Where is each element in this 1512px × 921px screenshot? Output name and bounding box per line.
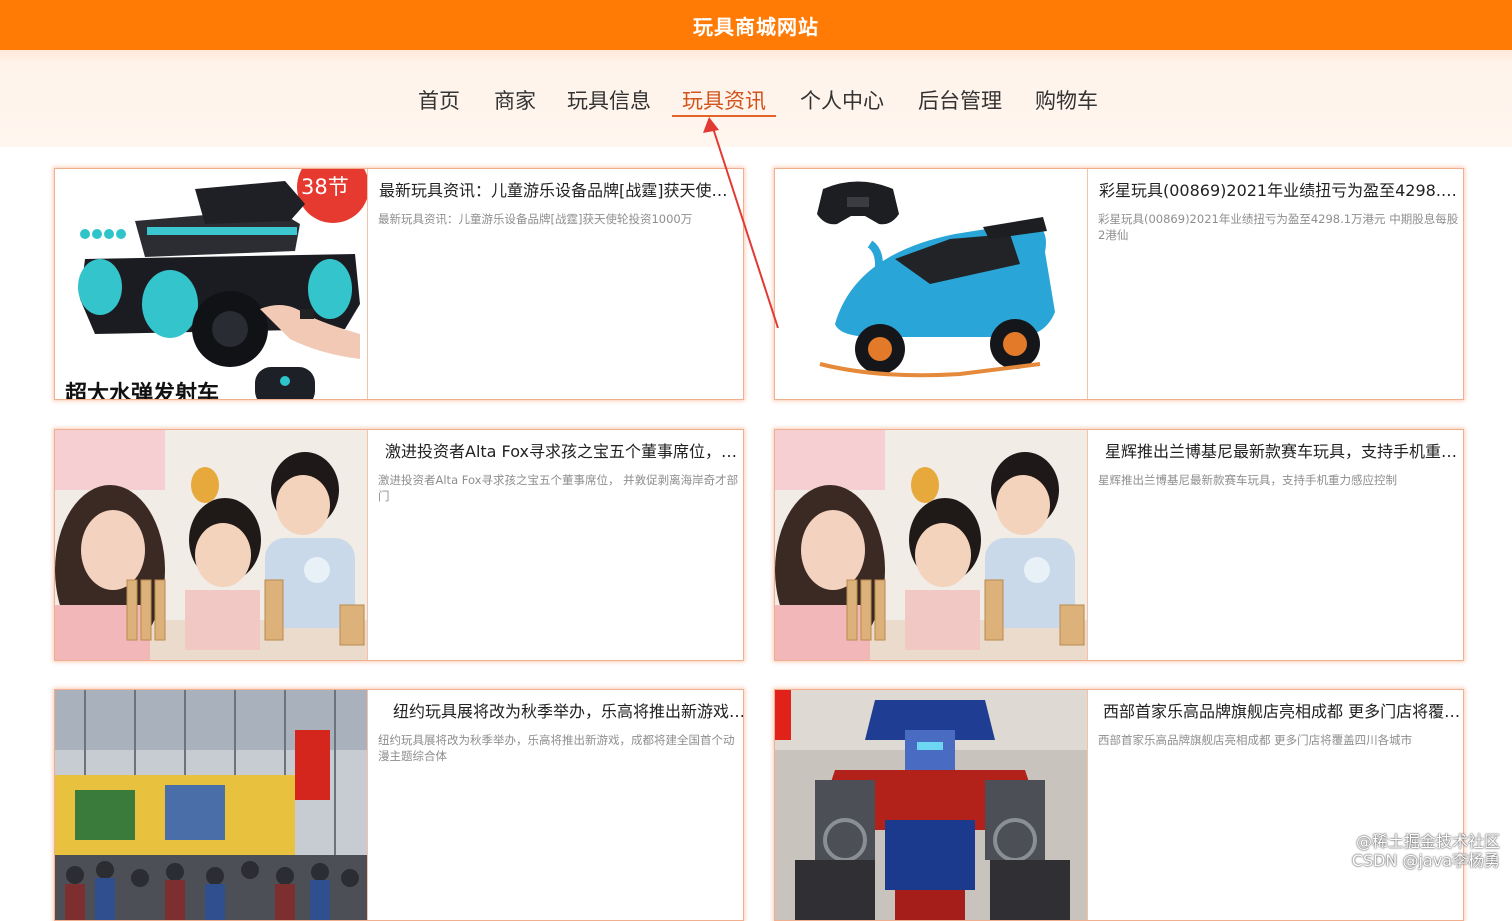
site-header: 玩具商城网站 (0, 0, 1512, 50)
main-nav: 首页 商家 玩具信息 玩具资讯 个人中心 后台管理 购物车 (0, 85, 1512, 119)
watermark: @稀土掘金技术社区 CSDN @java李杨勇 (1352, 832, 1500, 870)
news-desc: 最新玩具资讯：儿童游乐设备品牌[战霆]获天使轮投资1000万 (378, 211, 742, 227)
nav-item-profile[interactable]: 个人中心 (800, 85, 884, 115)
image-caption: 超大水弹发射车 (65, 381, 219, 399)
news-title[interactable]: 最新玩具资讯：儿童游乐设备品牌[战霆]获天使轮投资1000万 (379, 177, 741, 201)
nav-band: 首页 商家 玩具信息 玩具资讯 个人中心 后台管理 购物车 (0, 50, 1512, 147)
news-title[interactable]: 纽约玩具展将改为秋季举办，乐高将推出新游戏，成都将建全国首个动漫主题综合体 (393, 698, 744, 722)
news-title[interactable]: 激进投资者Alta Fox寻求孩之宝五个董事席位，并敦促剥离海岸奇才部门 (385, 438, 744, 462)
news-card[interactable]: 激进投资者Alta Fox寻求孩之宝五个董事席位，并敦促剥离海岸奇才部门 激进投… (54, 429, 744, 661)
rc-car-image[interactable] (775, 169, 1088, 399)
site-title: 玩具商城网站 (693, 11, 819, 40)
badge-text: 38节 (301, 175, 349, 199)
news-card[interactable]: 纽约玩具展将改为秋季举办，乐高将推出新游戏，成都将建全国首个动漫主题综合体 纽约… (54, 689, 744, 921)
news-card[interactable]: 星辉推出兰博基尼最新款赛车玩具，支持手机重力感应控制 星辉推出兰博基尼最新款赛车… (774, 429, 1464, 661)
news-title[interactable]: 彩星玩具(00869)2021年业绩扭亏为盈至4298.1万港元 (1099, 177, 1461, 201)
news-title[interactable]: 西部首家乐高品牌旗舰店亮相成都 更多门店将覆盖四川各城市 (1103, 698, 1464, 722)
nav-item-home[interactable]: 首页 (418, 85, 460, 115)
watermark-line-2: CSDN @java李杨勇 (1352, 851, 1500, 870)
nav-item-admin[interactable]: 后台管理 (918, 85, 1002, 115)
nav-item-toy-info[interactable]: 玩具信息 (567, 85, 651, 115)
news-card[interactable]: 西部首家乐高品牌旗舰店亮相成都 更多门店将覆盖四川各城市 西部首家乐高品牌旗舰店… (774, 689, 1464, 921)
news-desc: 彩星玩具(00869)2021年业绩扭亏为盈至4298.1万港元 中期股息每股2… (1098, 211, 1462, 243)
transformer-image[interactable] (775, 690, 1088, 920)
lego-store-image[interactable] (55, 690, 368, 920)
active-nav-underline (672, 115, 776, 117)
toy-tank-image[interactable]: 38节 超大水弹发射车 (55, 169, 368, 399)
news-title[interactable]: 星辉推出兰博基尼最新款赛车玩具，支持手机重力感应控制 (1105, 438, 1464, 462)
nav-item-cart[interactable]: 购物车 (1035, 85, 1098, 115)
news-card[interactable]: 38节 超大水弹发射车 最新玩具资讯：儿童游乐设备品牌[战霆]获天使轮投资100… (54, 168, 744, 400)
watermark-line-1: @稀土掘金技术社区 (1352, 832, 1500, 851)
news-desc: 星辉推出兰博基尼最新款赛车玩具，支持手机重力感应控制 (1098, 472, 1462, 488)
news-desc: 纽约玩具展将改为秋季举办，乐高将推出新游戏，成都将建全国首个动漫主题综合体 (378, 732, 742, 764)
family-blocks-image[interactable] (775, 430, 1088, 660)
nav-item-merchants[interactable]: 商家 (494, 85, 536, 115)
news-desc: 西部首家乐高品牌旗舰店亮相成都 更多门店将覆盖四川各城市 (1098, 732, 1462, 748)
family-blocks-image[interactable] (55, 430, 368, 660)
news-card[interactable]: 彩星玩具(00869)2021年业绩扭亏为盈至4298.1万港元 彩星玩具(00… (774, 168, 1464, 400)
news-desc: 激进投资者Alta Fox寻求孩之宝五个董事席位， 并敦促剥离海岸奇才部门 (378, 472, 742, 504)
nav-item-toy-news[interactable]: 玩具资讯 (682, 85, 766, 115)
